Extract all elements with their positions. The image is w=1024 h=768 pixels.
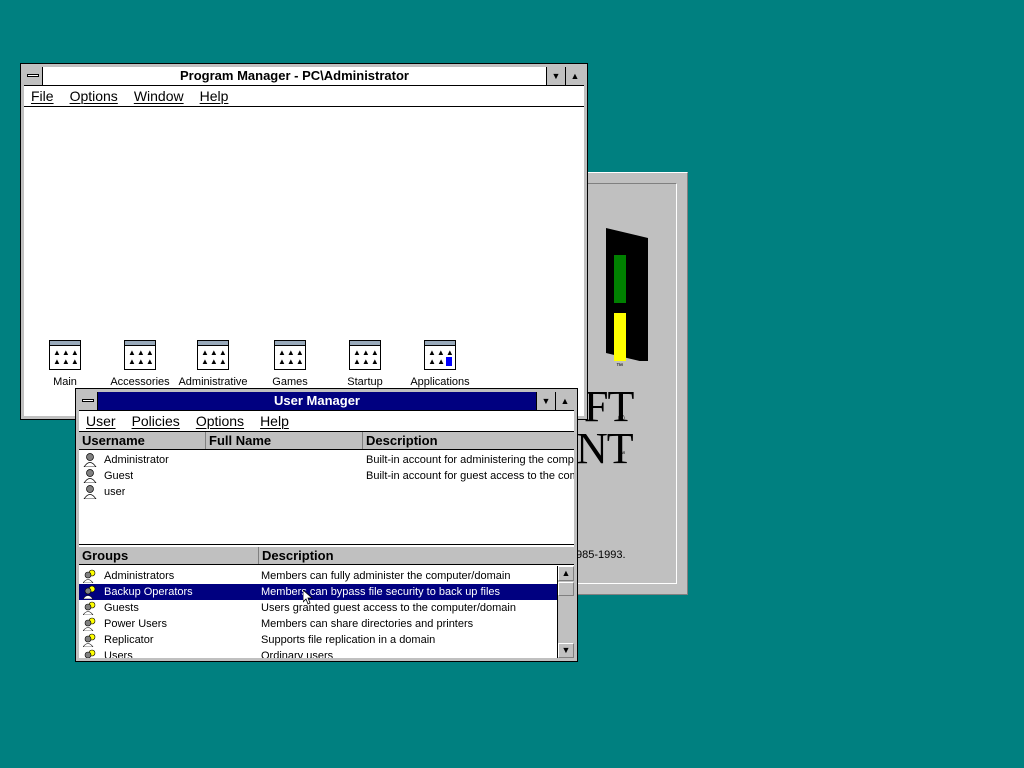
program-manager-title: Program Manager - PC\Administrator [180,68,409,83]
group-games[interactable]: ▲▲▲ ▲▲▲ Games [253,340,327,388]
windows-flag-logo [586,203,648,361]
maximize-button[interactable]: ▲ [555,392,574,410]
group-name: Replicator [104,634,154,646]
column-groups[interactable]: Groups [79,547,254,564]
splash-tm-nt: ™ [618,451,625,458]
menu-options[interactable]: Options [189,413,251,429]
user-manager-menubar: User Policies Options Help [79,411,574,432]
group-row[interactable]: Replicator Supports file replication in … [79,632,558,648]
group-description: Members can fully administer the compute… [261,570,511,582]
group-main[interactable]: ▲▲▲ ▲▲▲ Main [28,340,102,388]
program-group-icon: ▲▲▲ ▲▲▲ [349,340,381,370]
group-row-selected[interactable]: Backup Operators Members can bypass file… [79,584,558,600]
menu-help[interactable]: Help [253,413,296,429]
group-description: Members can share directories and printe… [261,618,474,630]
group-icon [83,569,96,583]
groups-scrollbar[interactable]: ▲ ▼ [557,566,574,658]
splash-tm-logo: ™ [616,363,623,370]
group-name: Guests [104,602,139,614]
scroll-up-arrow-icon[interactable]: ▲ [558,566,574,581]
group-row[interactable]: Guests Users granted guest access to the… [79,600,558,616]
program-group-icon: ▲▲▲ ▲▲▲ [124,340,156,370]
group-label: Applications [410,376,470,388]
group-applications[interactable]: ▲▲▲ ▲▲■ Applications [403,340,477,388]
group-label: Administrative [178,376,248,388]
column-full-name[interactable]: Full Name [205,432,359,449]
program-manager-window[interactable]: Program Manager - PC\Administrator ▼ ▲ F… [20,63,588,420]
group-icon [83,617,96,631]
splash-copyright: 985-1993. [576,549,626,561]
group-name: Administrators [104,570,175,582]
groups-list[interactable]: Administrators Members can fully adminis… [79,566,558,658]
program-group-icon: ▲▲▲ ▲▲▲ [197,340,229,370]
username: user [104,486,126,498]
group-icon [83,633,96,647]
user-row[interactable]: Guest Built-in account for guest access … [79,468,574,484]
column-description[interactable]: Description [362,432,576,449]
group-description: Members can bypass file security to back… [261,586,501,598]
program-manager-titlebar[interactable]: Program Manager - PC\Administrator ▼ ▲ [24,67,584,86]
group-accessories[interactable]: ▲▲▲ ▲▲▲ Accessories [103,340,177,388]
group-row[interactable]: Users Ordinary users [79,648,558,658]
program-group-icon: ▲▲▲ ▲▲▲ [49,340,81,370]
users-list[interactable]: Administrator Built-in account for admin… [79,450,574,545]
user-row[interactable]: user [79,484,574,500]
group-label: Games [272,376,308,388]
menu-user[interactable]: User [79,413,123,429]
system-menu-button[interactable] [79,392,98,410]
group-name: Backup Operators [104,586,193,598]
program-manager-menubar: File Options Window Help [24,86,584,107]
menu-options[interactable]: Options [63,88,125,104]
groups-list-header: Groups Description [79,547,574,565]
users-list-header: Username Full Name Description [79,432,574,450]
user-manager-titlebar[interactable]: User Manager ▼ ▲ [79,392,574,411]
group-label: Main [53,376,77,388]
splash-registered: ® [618,413,625,423]
minimize-button[interactable]: ▼ [536,392,555,410]
minimize-button[interactable]: ▼ [546,67,565,85]
menu-help[interactable]: Help [193,88,236,104]
system-menu-button[interactable] [24,67,43,85]
group-icon [83,601,96,615]
splash-text-nt: NT [576,424,634,473]
group-icon [84,649,96,658]
group-label: Accessories [110,376,170,388]
group-description: Ordinary users [261,650,334,658]
user-icon [83,469,97,483]
program-group-icon: ▲▲▲ ▲▲▲ [274,340,306,370]
group-label: Startup [347,376,383,388]
user-row[interactable]: Administrator Built-in account for admin… [79,452,574,468]
column-username[interactable]: Username [79,432,204,449]
group-name: Users [104,650,133,658]
user-description: Built-in account for guest access to the… [366,470,574,482]
group-description: Users granted guest access to the comput… [261,602,516,614]
group-row[interactable]: Power Users Members can share directorie… [79,616,558,632]
scroll-thumb[interactable] [558,582,574,596]
menu-window[interactable]: Window [127,88,191,104]
group-name: Power Users [104,618,167,630]
user-icon [83,453,97,467]
user-icon [83,485,97,499]
user-manager-title: User Manager [274,393,360,408]
group-row[interactable]: Administrators Members can fully adminis… [79,568,558,584]
group-description: Supports file replication in a domain [261,634,436,646]
user-manager-window[interactable]: User Manager ▼ ▲ User Policies Options H… [75,388,578,662]
mouse-pointer-icon [303,590,313,605]
group-startup[interactable]: ▲▲▲ ▲▲▲ Startup [328,340,402,388]
menu-policies[interactable]: Policies [125,413,187,429]
group-icon [83,585,96,599]
menu-file[interactable]: File [24,88,61,104]
program-group-icon: ▲▲▲ ▲▲■ [424,340,456,370]
maximize-button[interactable]: ▲ [565,67,584,85]
user-description: Built-in account for administering the c… [366,454,574,466]
username: Guest [104,470,134,482]
group-administrative[interactable]: ▲▲▲ ▲▲▲ Administrative [176,340,250,388]
scroll-down-arrow-icon[interactable]: ▼ [558,643,574,658]
username: Administrator [104,454,169,466]
column-group-description[interactable]: Description [258,547,562,564]
